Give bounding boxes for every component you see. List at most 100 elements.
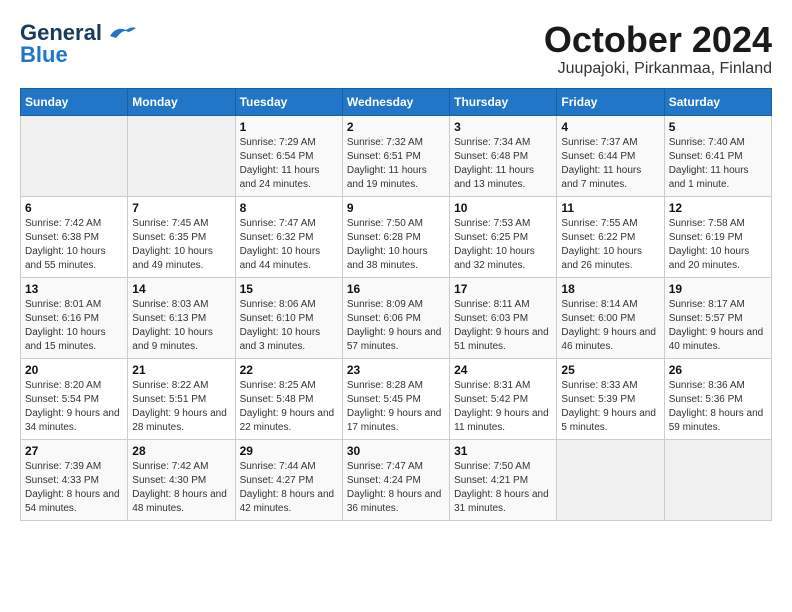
- calendar-cell: 26Sunrise: 8:36 AM Sunset: 5:36 PM Dayli…: [664, 358, 771, 439]
- calendar-cell: [557, 439, 664, 520]
- day-detail: Sunrise: 8:33 AM Sunset: 5:39 PM Dayligh…: [561, 379, 659, 435]
- day-detail: Sunrise: 8:31 AM Sunset: 5:42 PM Dayligh…: [454, 379, 552, 435]
- calendar-table: SundayMondayTuesdayWednesdayThursdayFrid…: [20, 88, 772, 521]
- day-number: 7: [132, 201, 230, 215]
- day-detail: Sunrise: 7:50 AM Sunset: 4:21 PM Dayligh…: [454, 460, 552, 516]
- calendar-cell: 8 Sunrise: 7:47 AM Sunset: 6:32 PM Daylig…: [235, 196, 342, 277]
- day-number: 12: [669, 201, 767, 215]
- calendar-cell: 3 Sunrise: 7:34 AM Sunset: 6:48 PM Daylig…: [450, 115, 557, 196]
- day-detail: Sunrise: 7:47 AM Sunset: 4:24 PM Dayligh…: [347, 460, 445, 516]
- page-subtitle: Juupajoki, Pirkanmaa, Finland: [544, 60, 772, 78]
- day-detail: Sunrise: 8:20 AM Sunset: 5:54 PM Dayligh…: [25, 379, 123, 435]
- calendar-cell: 13 Sunrise: 8:01 AM Sunset: 6:16 PM Dayli…: [21, 277, 128, 358]
- day-number: 1: [240, 120, 338, 134]
- calendar-cell: 23 Sunrise: 8:28 AM Sunset: 5:45 PM Dayli…: [342, 358, 449, 439]
- day-number: 10: [454, 201, 552, 215]
- day-number: 21: [132, 363, 230, 377]
- page-title: October 2024: [544, 20, 772, 60]
- calendar-cell: 17Sunrise: 8:11 AM Sunset: 6:03 PM Dayli…: [450, 277, 557, 358]
- day-detail: Sunrise: 7:55 AM Sunset: 6:22 PM Dayligh…: [561, 217, 659, 273]
- day-number: 14: [132, 282, 230, 296]
- calendar-cell: [664, 439, 771, 520]
- day-number: 3: [454, 120, 552, 134]
- calendar-cell: 15 Sunrise: 8:06 AM Sunset: 6:10 PM Dayli…: [235, 277, 342, 358]
- day-number: 4: [561, 120, 659, 134]
- day-detail: Sunrise: 8:25 AM Sunset: 5:48 PM Dayligh…: [240, 379, 338, 435]
- day-number: 6: [25, 201, 123, 215]
- calendar-cell: 6 Sunrise: 7:42 AM Sunset: 6:38 PM Daylig…: [21, 196, 128, 277]
- calendar-week-row: 20 Sunrise: 8:20 AM Sunset: 5:54 PM Dayli…: [21, 358, 772, 439]
- day-detail: Sunrise: 7:58 AM Sunset: 6:19 PM Dayligh…: [669, 217, 767, 273]
- calendar-cell: 19 Sunrise: 8:17 AM Sunset: 5:57 PM Dayli…: [664, 277, 771, 358]
- day-detail: Sunrise: 7:50 AM Sunset: 6:28 PM Dayligh…: [347, 217, 445, 273]
- day-number: 31: [454, 444, 552, 458]
- day-detail: Sunrise: 7:42 AM Sunset: 4:30 PM Dayligh…: [132, 460, 230, 516]
- day-detail: Sunrise: 8:17 AM Sunset: 5:57 PM Dayligh…: [669, 298, 767, 354]
- calendar-header-saturday: Saturday: [664, 88, 771, 115]
- calendar-header-row: SundayMondayTuesdayWednesdayThursdayFrid…: [21, 88, 772, 115]
- day-detail: Sunrise: 7:42 AM Sunset: 6:38 PM Dayligh…: [25, 217, 123, 273]
- logo-text-blue: Blue: [20, 42, 68, 68]
- day-detail: Sunrise: 8:01 AM Sunset: 6:16 PM Dayligh…: [25, 298, 123, 354]
- day-number: 5: [669, 120, 767, 134]
- calendar-header-friday: Friday: [557, 88, 664, 115]
- calendar-cell: 22 Sunrise: 8:25 AM Sunset: 5:48 PM Dayli…: [235, 358, 342, 439]
- calendar-cell: [21, 115, 128, 196]
- day-detail: Sunrise: 8:28 AM Sunset: 5:45 PM Dayligh…: [347, 379, 445, 435]
- calendar-cell: 29Sunrise: 7:44 AM Sunset: 4:27 PM Dayli…: [235, 439, 342, 520]
- day-detail: Sunrise: 8:06 AM Sunset: 6:10 PM Dayligh…: [240, 298, 338, 354]
- calendar-week-row: 13 Sunrise: 8:01 AM Sunset: 6:16 PM Dayli…: [21, 277, 772, 358]
- day-number: 30: [347, 444, 445, 458]
- day-number: 19: [669, 282, 767, 296]
- day-detail: Sunrise: 7:53 AM Sunset: 6:25 PM Dayligh…: [454, 217, 552, 273]
- day-number: 25: [561, 363, 659, 377]
- day-detail: Sunrise: 7:29 AM Sunset: 6:54 PM Dayligh…: [240, 136, 338, 192]
- calendar-cell: [128, 115, 235, 196]
- calendar-cell: 10 Sunrise: 7:53 AM Sunset: 6:25 PM Dayli…: [450, 196, 557, 277]
- day-detail: Sunrise: 7:44 AM Sunset: 4:27 PM Dayligh…: [240, 460, 338, 516]
- day-detail: Sunrise: 8:09 AM Sunset: 6:06 PM Dayligh…: [347, 298, 445, 354]
- day-number: 24: [454, 363, 552, 377]
- calendar-cell: 18Sunrise: 8:14 AM Sunset: 6:00 PM Dayli…: [557, 277, 664, 358]
- calendar-cell: 7Sunrise: 7:45 AM Sunset: 6:35 PM Daylig…: [128, 196, 235, 277]
- day-detail: Sunrise: 8:11 AM Sunset: 6:03 PM Dayligh…: [454, 298, 552, 354]
- calendar-cell: 27 Sunrise: 7:39 AM Sunset: 4:33 PM Dayli…: [21, 439, 128, 520]
- day-detail: Sunrise: 7:40 AM Sunset: 6:41 PM Dayligh…: [669, 136, 767, 192]
- logo-bird-icon: [106, 22, 138, 44]
- day-detail: Sunrise: 7:47 AM Sunset: 6:32 PM Dayligh…: [240, 217, 338, 273]
- day-number: 27: [25, 444, 123, 458]
- calendar-week-row: 6 Sunrise: 7:42 AM Sunset: 6:38 PM Daylig…: [21, 196, 772, 277]
- calendar-cell: 30 Sunrise: 7:47 AM Sunset: 4:24 PM Dayli…: [342, 439, 449, 520]
- day-detail: Sunrise: 7:39 AM Sunset: 4:33 PM Dayligh…: [25, 460, 123, 516]
- calendar-cell: 14Sunrise: 8:03 AM Sunset: 6:13 PM Dayli…: [128, 277, 235, 358]
- calendar-cell: 2 Sunrise: 7:32 AM Sunset: 6:51 PM Daylig…: [342, 115, 449, 196]
- calendar-cell: 21 Sunrise: 8:22 AM Sunset: 5:51 PM Dayli…: [128, 358, 235, 439]
- day-detail: Sunrise: 8:14 AM Sunset: 6:00 PM Dayligh…: [561, 298, 659, 354]
- day-detail: Sunrise: 7:32 AM Sunset: 6:51 PM Dayligh…: [347, 136, 445, 192]
- calendar-cell: 5 Sunrise: 7:40 AM Sunset: 6:41 PM Daylig…: [664, 115, 771, 196]
- calendar-cell: 1 Sunrise: 7:29 AM Sunset: 6:54 PM Daylig…: [235, 115, 342, 196]
- calendar-header-tuesday: Tuesday: [235, 88, 342, 115]
- calendar-week-row: 1 Sunrise: 7:29 AM Sunset: 6:54 PM Daylig…: [21, 115, 772, 196]
- day-number: 23: [347, 363, 445, 377]
- day-number: 16: [347, 282, 445, 296]
- day-number: 8: [240, 201, 338, 215]
- day-number: 2: [347, 120, 445, 134]
- calendar-week-row: 27 Sunrise: 7:39 AM Sunset: 4:33 PM Dayli…: [21, 439, 772, 520]
- title-area: October 2024 Juupajoki, Pirkanmaa, Finla…: [544, 20, 772, 78]
- day-detail: Sunrise: 7:34 AM Sunset: 6:48 PM Dayligh…: [454, 136, 552, 192]
- logo: General Blue: [20, 20, 138, 68]
- header: General Blue October 2024 Juupajoki, Pir…: [20, 20, 772, 78]
- calendar-cell: 31 Sunrise: 7:50 AM Sunset: 4:21 PM Dayli…: [450, 439, 557, 520]
- calendar-cell: 9Sunrise: 7:50 AM Sunset: 6:28 PM Daylig…: [342, 196, 449, 277]
- calendar-cell: 28Sunrise: 7:42 AM Sunset: 4:30 PM Dayli…: [128, 439, 235, 520]
- day-detail: Sunrise: 8:22 AM Sunset: 5:51 PM Dayligh…: [132, 379, 230, 435]
- day-number: 22: [240, 363, 338, 377]
- calendar-cell: 11Sunrise: 7:55 AM Sunset: 6:22 PM Dayli…: [557, 196, 664, 277]
- calendar-header-thursday: Thursday: [450, 88, 557, 115]
- day-number: 15: [240, 282, 338, 296]
- day-number: 20: [25, 363, 123, 377]
- calendar-cell: 25 Sunrise: 8:33 AM Sunset: 5:39 PM Dayli…: [557, 358, 664, 439]
- calendar-header-monday: Monday: [128, 88, 235, 115]
- day-number: 13: [25, 282, 123, 296]
